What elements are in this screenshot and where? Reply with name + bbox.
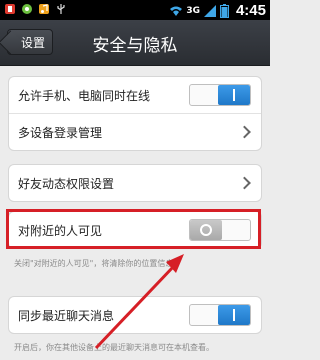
multi-device-row[interactable]: 多设备登录管理 — [9, 113, 261, 150]
status-bar: 3G 4:45 — [0, 0, 270, 20]
multi-device-label: 多设备登录管理 — [18, 125, 103, 140]
notification-icons — [4, 3, 67, 15]
sync-hint: 开启后，你在其他设备上的最近聊天消息可在本机查看。 — [14, 343, 214, 352]
android-notification-icon — [5, 4, 15, 14]
sync-messages-label: 同步最近聊天消息 — [18, 308, 115, 323]
back-button-label: 设置 — [20, 35, 45, 50]
friend-dynamics-row[interactable]: 好友动态权限设置 — [9, 165, 261, 201]
signal-icon — [203, 4, 216, 17]
nearby-visible-row[interactable]: 对附近的人可见 — [9, 212, 261, 248]
friend-dynamics-label: 好友动态权限设置 — [18, 176, 115, 191]
friend-permissions-group: 好友动态权限设置 — [8, 164, 262, 202]
sync-messages-toggle[interactable] — [189, 304, 251, 326]
title-bar: 设置 安全与隐私 — [0, 20, 270, 66]
nearby-visible-toggle[interactable] — [189, 219, 251, 241]
wifi-icon — [170, 6, 183, 16]
simultaneous-online-row[interactable]: 允许手机、电脑同时在线 — [9, 77, 261, 113]
clock: 4:45 — [235, 2, 266, 19]
toggle-knob — [218, 85, 250, 105]
music-notification-icon — [39, 4, 49, 14]
battery-icon — [219, 3, 229, 18]
toggle-knob — [218, 305, 250, 325]
simultaneous-online-toggle[interactable] — [189, 84, 251, 106]
sync-messages-row[interactable]: 同步最近聊天消息 — [9, 297, 261, 333]
usb-icon — [57, 4, 65, 14]
nearby-visibility-group: 对附近的人可见 — [8, 211, 262, 249]
chevron-right-icon — [238, 176, 251, 190]
network-type: 3G — [186, 5, 200, 16]
nearby-visible-label: 对附近的人可见 — [18, 223, 103, 238]
simultaneous-online-label: 允许手机、电脑同时在线 — [18, 88, 151, 103]
chevron-right-icon — [238, 125, 251, 139]
login-settings-group: 允许手机、电脑同时在线 多设备登录管理 — [8, 76, 262, 151]
app-notification-icon — [22, 4, 32, 14]
toggle-knob — [190, 220, 222, 240]
sync-messages-group: 同步最近聊天消息 — [8, 296, 262, 334]
nearby-hint: 关闭"对附近的人可见"，将清除你的位置信息。 — [14, 259, 182, 268]
